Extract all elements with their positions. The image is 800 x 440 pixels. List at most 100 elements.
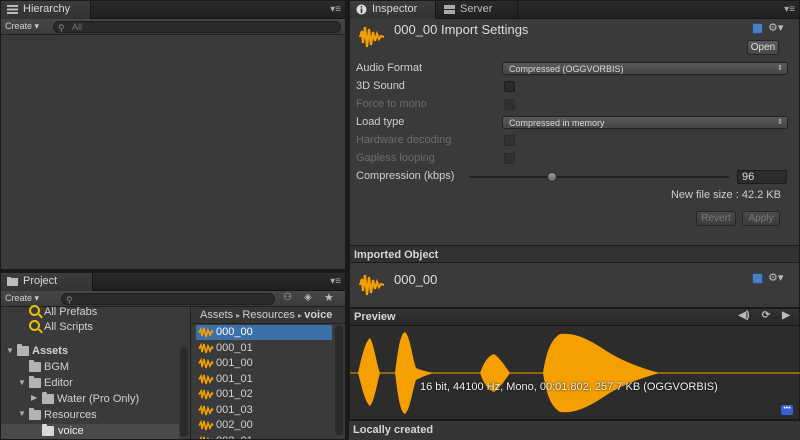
tree-scrollbar[interactable] xyxy=(180,347,188,437)
audio-clip-info: 16 bit, 44100 Hz, Mono, 00:01.802, 257.7… xyxy=(420,381,718,393)
folder-editor[interactable]: Editor xyxy=(29,376,179,391)
inspector-panel: Inspector Server ▾≡ 000_00 Import Settin… xyxy=(349,0,800,308)
chevron-updown-icon: ⇕ xyxy=(777,65,783,72)
file-list-scrollbar[interactable] xyxy=(335,325,343,435)
load-type-value: Compressed in memory xyxy=(509,118,605,128)
force-mono-checkbox[interactable] xyxy=(504,99,515,110)
open-button[interactable]: Open xyxy=(747,40,779,55)
file-item[interactable]: 000_00 xyxy=(196,325,332,340)
search-placeholder: All xyxy=(72,22,83,32)
compression-slider[interactable] xyxy=(469,172,729,182)
folder-assets[interactable]: Assets xyxy=(17,344,167,359)
audio-file-icon xyxy=(198,389,214,400)
load-type-row: Load type Compressed in memory ⇕ xyxy=(356,116,796,132)
gear-icon[interactable]: ⚙▾ xyxy=(768,21,783,34)
play-icon[interactable]: ▶ xyxy=(777,310,795,324)
project-search-input[interactable]: ⚲ xyxy=(61,293,275,305)
panel-menu-icon[interactable]: ▾≡ xyxy=(330,4,341,15)
compression-value-field[interactable]: 96 xyxy=(737,170,787,184)
audio-format-value: Compressed (OGGVORBIS) xyxy=(509,64,624,74)
search-icon: ⚲ xyxy=(66,295,73,305)
breadcrumb-resources[interactable]: Resources xyxy=(242,309,295,321)
create-dropdown[interactable]: Create ▾ xyxy=(5,293,39,304)
folder-icon xyxy=(29,408,41,420)
tab-inspector[interactable]: Inspector xyxy=(350,1,436,19)
load-type-dropdown[interactable]: Compressed in memory ⇕ xyxy=(502,116,788,129)
revert-button[interactable]: Revert xyxy=(696,211,736,226)
file-label: 000_01 xyxy=(216,341,253,354)
file-item[interactable]: 001_00 xyxy=(196,356,332,371)
folder-resources[interactable]: Resources xyxy=(29,408,179,423)
filter-type-icon[interactable]: ⚇ xyxy=(283,292,292,303)
compression-label: Compression (kbps) xyxy=(356,170,455,182)
help-book-icon[interactable] xyxy=(752,273,763,284)
help-book-icon[interactable] xyxy=(752,23,763,34)
audio-file-icon xyxy=(198,342,214,353)
file-item[interactable]: 001_03 xyxy=(196,403,332,418)
file-item[interactable]: 001_02 xyxy=(196,387,332,402)
folder-water[interactable]: Water (Pro Only) xyxy=(42,392,192,407)
audio-clip-icon xyxy=(358,274,385,296)
hierarchy-tabbar: Hierarchy ▾≡ xyxy=(1,1,345,19)
breadcrumb: Assets ▸ Resources ▸ voice xyxy=(192,307,345,324)
import-settings-title: 000_00 Import Settings xyxy=(394,22,529,37)
3d-sound-label: 3D Sound xyxy=(356,80,405,92)
panel-menu-icon[interactable]: ▾≡ xyxy=(784,4,795,15)
audio-file-icon xyxy=(199,435,213,439)
breadcrumb-assets[interactable]: Assets xyxy=(200,309,233,321)
speaker-icon[interactable]: ◀) xyxy=(735,310,753,324)
favorite-star-icon[interactable]: ★ xyxy=(324,291,334,304)
file-browser: Assets ▸ Resources ▸ voice 000_00 000_01 0… xyxy=(192,307,345,439)
folder-icon xyxy=(17,344,29,356)
file-label: 002_01 xyxy=(216,435,253,440)
file-item[interactable]: 000_01 xyxy=(196,341,332,356)
tab-hierarchy[interactable]: Hierarchy xyxy=(1,1,91,19)
search-icon: ⚲ xyxy=(58,23,65,33)
favorite-all-prefabs[interactable]: All Prefabs xyxy=(29,305,179,320)
file-item[interactable]: 002_01 xyxy=(196,434,332,440)
hierarchy-toolbar: Create ▾ ⚲ All xyxy=(1,19,345,35)
hierarchy-search-input[interactable]: ⚲ All xyxy=(53,21,341,33)
hardware-decoding-row: Hardware decoding xyxy=(356,134,796,150)
folder-tree: All Prefabs All Scripts ▼ Assets BGM ▼ E… xyxy=(1,305,192,439)
tab-server[interactable]: Server xyxy=(438,1,518,19)
folder-icon xyxy=(29,376,41,388)
panel-menu-icon[interactable]: ▾≡ xyxy=(330,276,341,287)
file-item[interactable]: 001_01 xyxy=(196,372,332,387)
chevron-updown-icon: ⇕ xyxy=(777,119,783,126)
compression-slider-thumb[interactable] xyxy=(547,172,558,182)
favorite-all-scripts[interactable]: All Scripts xyxy=(29,320,179,335)
gapless-looping-label: Gapless looping xyxy=(356,152,435,164)
gear-icon[interactable]: ⚙▾ xyxy=(768,271,783,284)
folder-bgm[interactable]: BGM xyxy=(29,360,179,375)
hardware-decoding-label: Hardware decoding xyxy=(356,134,452,146)
imported-object-header: Imported Object xyxy=(350,245,799,263)
create-dropdown[interactable]: Create ▾ xyxy=(5,21,39,32)
folder-icon xyxy=(7,277,18,286)
gapless-looping-checkbox[interactable] xyxy=(504,153,515,164)
waveform xyxy=(350,332,800,414)
file-label: 001_00 xyxy=(216,357,253,369)
preview-resize-handle[interactable]: ••• xyxy=(781,405,793,415)
expand-triangle-icon[interactable]: ▼ xyxy=(18,409,26,418)
new-file-size-text: New file size : 42.2 KB xyxy=(670,189,781,201)
folder-icon xyxy=(42,424,54,436)
collapse-triangle-icon[interactable]: ▶ xyxy=(31,393,37,402)
expand-triangle-icon[interactable]: ▼ xyxy=(6,346,14,355)
locally-created-footer: Locally created xyxy=(349,420,800,440)
loop-icon[interactable]: ⟳ xyxy=(757,310,775,324)
audio-format-dropdown[interactable]: Compressed (OGGVORBIS) ⇕ xyxy=(502,62,788,75)
apply-button[interactable]: Apply xyxy=(742,211,780,226)
file-item[interactable]: 002_00 xyxy=(196,418,332,433)
3d-sound-row: 3D Sound xyxy=(356,80,796,96)
hardware-decoding-checkbox[interactable] xyxy=(504,135,515,146)
3d-sound-checkbox[interactable] xyxy=(504,81,515,92)
file-label: 001_03 xyxy=(216,403,253,416)
folder-voice[interactable]: voice xyxy=(1,424,179,439)
label-tag-icon[interactable]: ◈ xyxy=(304,292,312,303)
file-label: 001_02 xyxy=(216,388,253,400)
list-icon xyxy=(7,5,18,14)
expand-triangle-icon[interactable]: ▼ xyxy=(18,378,26,387)
breadcrumb-voice[interactable]: voice xyxy=(304,309,332,321)
tab-project[interactable]: Project xyxy=(1,273,93,291)
